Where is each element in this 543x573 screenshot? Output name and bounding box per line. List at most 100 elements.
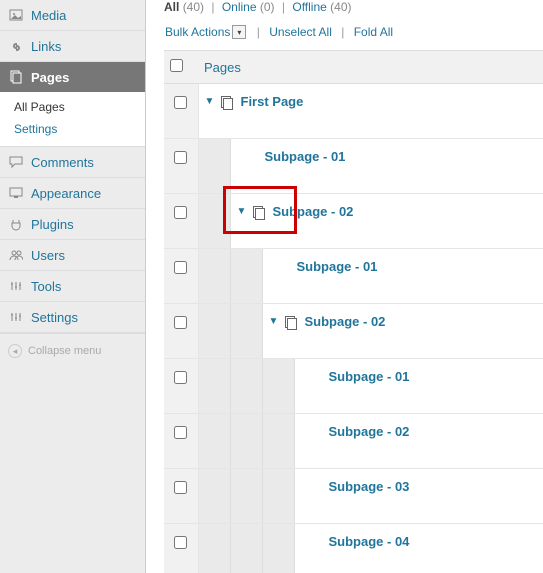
row-title-cell: ▼ Subpage - 02 bbox=[198, 304, 543, 359]
header-checkbox-cell bbox=[164, 51, 198, 84]
indent-gutter bbox=[263, 359, 295, 413]
filter-offline-count: (40) bbox=[330, 0, 351, 14]
pages-icon bbox=[8, 69, 24, 85]
bulk-toolbar: Bulk Actions ▾ | Unselect All | Fold All bbox=[164, 18, 543, 50]
indent-gutter bbox=[231, 414, 263, 468]
row-checkbox[interactable] bbox=[174, 426, 187, 439]
row-title-cell: Subpage - 01 bbox=[198, 139, 543, 194]
sidebar-item-media[interactable]: Media bbox=[0, 0, 145, 30]
indent-gutter bbox=[263, 414, 295, 468]
bulk-dropdown-icon[interactable]: ▾ bbox=[232, 25, 246, 39]
table-row: ▼ First Page bbox=[164, 84, 543, 139]
page-title-link[interactable]: Subpage - 01 bbox=[329, 369, 410, 384]
bulk-actions-select[interactable]: Bulk Actions ▾ bbox=[164, 24, 247, 40]
row-checkbox-cell bbox=[164, 524, 198, 573]
page-title-link[interactable]: Subpage - 02 bbox=[273, 204, 354, 219]
tools-icon bbox=[8, 278, 24, 294]
table-row: Subpage - 04 bbox=[164, 524, 543, 573]
indent-gutter bbox=[231, 304, 263, 358]
indent-gutter bbox=[199, 524, 231, 573]
page-icon bbox=[253, 206, 265, 218]
fold-all-link[interactable]: Fold All bbox=[354, 25, 393, 39]
row-title-cell: ▼ First Page bbox=[198, 84, 543, 139]
filter-all-label[interactable]: All bbox=[164, 0, 179, 14]
indent-gutter bbox=[199, 469, 231, 523]
media-icon bbox=[8, 7, 24, 23]
indent-gutter bbox=[199, 359, 231, 413]
select-all-checkbox[interactable] bbox=[170, 59, 183, 72]
main-content: All (40) | Online (0) | Offline (40) Bul… bbox=[146, 0, 543, 573]
table-row: Subpage - 01 bbox=[164, 249, 543, 304]
page-title-link[interactable]: Subpage - 04 bbox=[329, 534, 410, 549]
row-title-cell: Subpage - 01 bbox=[198, 359, 543, 414]
row-checkbox[interactable] bbox=[174, 316, 187, 329]
row-checkbox-cell bbox=[164, 304, 198, 359]
page-icon bbox=[221, 96, 233, 108]
sidebar-item-settings[interactable]: Settings bbox=[0, 302, 145, 332]
toggle-icon[interactable]: ▼ bbox=[205, 96, 215, 107]
appearance-icon bbox=[8, 185, 24, 201]
sidebar-item-label: Appearance bbox=[31, 186, 101, 201]
row-checkbox-cell bbox=[164, 359, 198, 414]
indent-gutter bbox=[231, 249, 263, 303]
sidebar-item-label: Settings bbox=[31, 310, 78, 325]
indent-gutter bbox=[199, 249, 231, 303]
row-checkbox-cell bbox=[164, 469, 198, 524]
row-checkbox[interactable] bbox=[174, 96, 187, 109]
table-row: ▼ Subpage - 02 bbox=[164, 194, 543, 249]
filter-offline[interactable]: Offline bbox=[292, 0, 326, 14]
sidebar-sub-settings[interactable]: Settings bbox=[0, 118, 145, 140]
row-checkbox[interactable] bbox=[174, 481, 187, 494]
sidebar-item-label: Users bbox=[31, 248, 65, 263]
plugins-icon bbox=[8, 216, 24, 232]
row-checkbox[interactable] bbox=[174, 206, 187, 219]
indent-gutter bbox=[199, 414, 231, 468]
page-title-link[interactable]: Subpage - 03 bbox=[329, 479, 410, 494]
row-checkbox[interactable] bbox=[174, 151, 187, 164]
table-row: Subpage - 03 bbox=[164, 469, 543, 524]
row-checkbox-cell bbox=[164, 139, 198, 194]
sidebar-item-plugins[interactable]: Plugins bbox=[0, 209, 145, 239]
toggle-icon[interactable]: ▼ bbox=[237, 206, 247, 217]
row-checkbox-cell bbox=[164, 414, 198, 469]
page-icon bbox=[285, 316, 297, 328]
row-title-cell: Subpage - 01 bbox=[198, 249, 543, 304]
indent-gutter bbox=[231, 524, 263, 573]
filter-online[interactable]: Online bbox=[222, 0, 257, 14]
row-checkbox-cell bbox=[164, 194, 198, 249]
indent-gutter bbox=[263, 524, 295, 573]
sidebar-sub-all-pages[interactable]: All Pages bbox=[0, 96, 145, 118]
toggle-icon[interactable]: ▼ bbox=[269, 316, 279, 327]
sidebar-item-label: Comments bbox=[31, 155, 94, 170]
page-title-link[interactable]: Subpage - 02 bbox=[305, 314, 386, 329]
sidebar-item-label: Links bbox=[31, 39, 61, 54]
row-checkbox[interactable] bbox=[174, 371, 187, 384]
unselect-all-link[interactable]: Unselect All bbox=[269, 25, 332, 39]
row-title-cell: ▼ Subpage - 02 bbox=[198, 194, 543, 249]
page-title-link[interactable]: Subpage - 01 bbox=[265, 149, 346, 164]
row-title-cell: Subpage - 04 bbox=[198, 524, 543, 573]
table-row: Subpage - 01 bbox=[164, 359, 543, 414]
page-title-link[interactable]: Subpage - 02 bbox=[329, 424, 410, 439]
collapse-menu-button[interactable]: ◂ Collapse menu bbox=[0, 333, 145, 368]
sidebar-item-links[interactable]: Links bbox=[0, 31, 145, 61]
row-checkbox[interactable] bbox=[174, 536, 187, 549]
pages-table: Pages ▼ First Page Subpage - 01 ▼ Subpage - … bbox=[164, 50, 543, 573]
sidebar-item-label: Tools bbox=[31, 279, 61, 294]
admin-sidebar: Media Links Pages All Pages Settings bbox=[0, 0, 146, 573]
sidebar-item-comments[interactable]: Comments bbox=[0, 147, 145, 177]
sidebar-item-users[interactable]: Users bbox=[0, 240, 145, 270]
page-title-link[interactable]: First Page bbox=[241, 94, 304, 109]
sidebar-item-pages[interactable]: Pages bbox=[0, 62, 145, 92]
page-title-link[interactable]: Subpage - 01 bbox=[297, 259, 378, 274]
sidebar-item-appearance[interactable]: Appearance bbox=[0, 178, 145, 208]
indent-gutter bbox=[231, 469, 263, 523]
row-checkbox[interactable] bbox=[174, 261, 187, 274]
header-title[interactable]: Pages bbox=[198, 51, 543, 84]
sidebar-item-tools[interactable]: Tools bbox=[0, 271, 145, 301]
table-row: Subpage - 02 bbox=[164, 414, 543, 469]
indent-gutter bbox=[263, 469, 295, 523]
sidebar-item-label: Media bbox=[31, 8, 66, 23]
row-checkbox-cell bbox=[164, 84, 198, 139]
collapse-icon: ◂ bbox=[8, 344, 22, 358]
